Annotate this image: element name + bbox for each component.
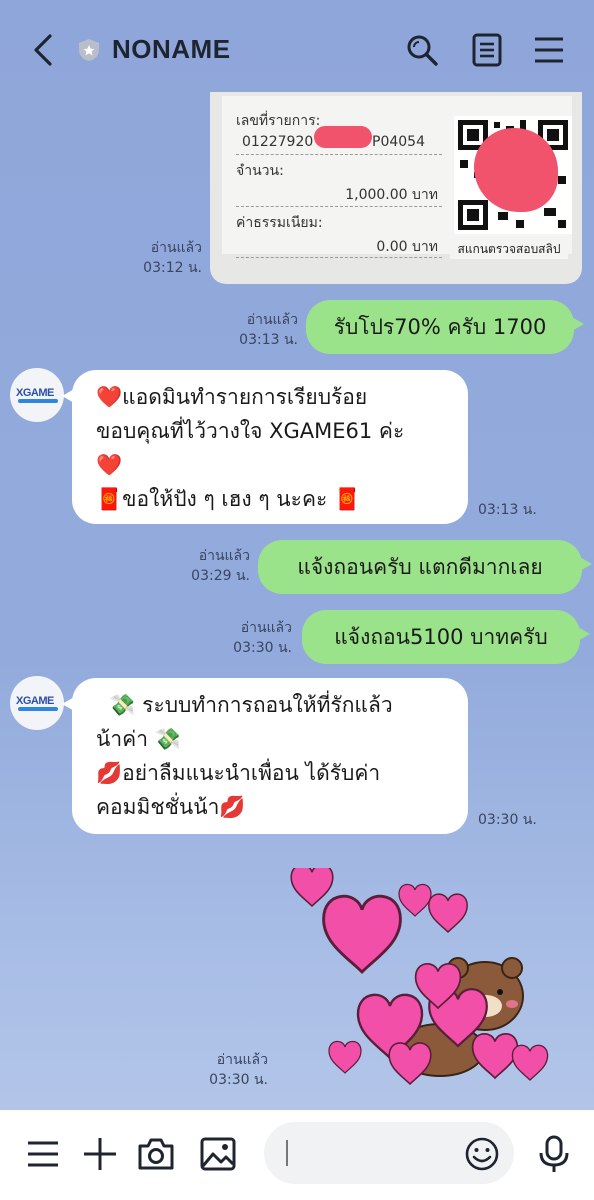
message-line: ❤️แอดมินทำรายการเรียบร้อย — [96, 385, 368, 409]
qr-caption: สแกนตรวจสอบสลิป — [450, 240, 568, 259]
message-read-status: อ่านแล้ว 03:29 น. — [170, 546, 250, 586]
message-line: ❤️ — [96, 453, 123, 477]
message-text: แจ้งถอนครับ แตกดีมากเลย — [297, 554, 543, 579]
receipt-read-status: อ่านแล้ว 03:12 น. — [120, 238, 202, 278]
read-label: อ่านแล้ว — [240, 620, 292, 636]
avatar[interactable]: XGAME — [10, 676, 64, 730]
read-label: อ่านแล้ว — [216, 1052, 268, 1068]
amount-value: 1,000.00 บาท — [345, 187, 438, 203]
timestamp: 03:30 น. — [209, 1072, 268, 1088]
message-text: รับโปร70% ครับ 1700 — [333, 314, 547, 339]
back-arrow-icon[interactable] — [28, 32, 60, 68]
more-menu-icon[interactable] — [24, 1134, 64, 1174]
message-line: คอมมิชชั่นน้า💋 — [96, 795, 246, 819]
ref-label: เลขที่รายการ: — [236, 113, 321, 129]
menu-icon[interactable] — [532, 32, 566, 68]
divider — [236, 154, 442, 155]
message-bubble-out[interactable]: รับโปร70% ครับ 1700 — [306, 300, 584, 354]
divider — [236, 257, 442, 258]
qr-code — [454, 116, 572, 234]
sticker-read-status: อ่านแล้ว 03:30 น. — [186, 1050, 268, 1090]
message-bubble-out[interactable]: แจ้งถอน5100 บาทครับ — [302, 610, 590, 664]
avatar-logo: XGAME — [16, 387, 54, 399]
message-read-status: อ่านแล้ว 03:30 น. — [214, 618, 292, 658]
amount-label: จำนวน: — [236, 163, 284, 179]
text-cursor — [286, 1140, 288, 1166]
timestamp: 03:30 น. — [233, 640, 292, 656]
avatar[interactable]: XGAME — [10, 368, 64, 422]
timestamp: 03:29 น. — [191, 568, 250, 584]
divider — [236, 206, 442, 207]
image-icon[interactable] — [198, 1134, 238, 1174]
message-bubble-out[interactable]: แจ้งถอนครับ แตกดีมากเลย — [258, 540, 592, 594]
shield-icon — [79, 39, 99, 61]
timestamp: 03:12 น. — [143, 260, 202, 276]
chat-header: NONAME — [0, 0, 594, 98]
chat-title: NONAME — [112, 34, 231, 64]
timestamp: 03:30 น. — [478, 812, 537, 828]
fee-value: 0.00 บาท — [376, 239, 438, 255]
message-read-status: อ่านแล้ว 03:13 น. — [220, 310, 298, 350]
ref-prefix: 01227920 — [242, 134, 314, 150]
message-line: 💸 ระบบทำการถอนให้ที่รักแล้ว — [96, 693, 393, 717]
message-line: 💋อย่าลืมแนะนำเพื่อน ได้รับค่า — [96, 761, 381, 785]
message-text: แจ้งถอน5100 บาทครับ — [334, 624, 548, 649]
read-label: อ่านแล้ว — [246, 312, 298, 328]
chat-input-bar — [0, 1110, 594, 1200]
bear-hearts-sticker[interactable] — [290, 868, 570, 1088]
message-line: น้าค่า 💸 — [96, 727, 181, 751]
message-bubble-in[interactable]: ❤️แอดมินทำรายการเรียบร้อย ขอบคุณที่ไว้วา… — [62, 370, 468, 524]
fee-label: ค่าธรรมเนียม: — [236, 215, 323, 231]
search-icon[interactable] — [405, 32, 439, 68]
avatar-logo: XGAME — [16, 695, 54, 707]
message-line: ขอบคุณที่ไว้วางใจ XGAME61 ค่ะ — [96, 419, 405, 443]
redacted-mark — [314, 126, 372, 148]
message-bubble-in[interactable]: 💸 ระบบทำการถอนให้ที่รักแล้ว น้าค่า 💸 💋อย… — [62, 678, 468, 834]
message-line: 🧧ขอให้ปัง ๆ เฮง ๆ นะคะ 🧧 — [96, 487, 361, 511]
plus-icon[interactable] — [80, 1134, 120, 1174]
camera-icon[interactable] — [136, 1134, 176, 1174]
slip-paper: เลขที่รายการ: 01227920 P04054 จำนวน: 1,0… — [222, 96, 572, 258]
message-input[interactable] — [264, 1122, 514, 1184]
read-label: อ่านแล้ว — [150, 240, 202, 256]
microphone-icon[interactable] — [534, 1134, 574, 1174]
emoji-icon[interactable] — [464, 1136, 500, 1172]
notes-icon[interactable] — [470, 32, 504, 68]
timestamp: 03:13 น. — [239, 332, 298, 348]
timestamp: 03:13 น. — [478, 502, 537, 518]
ref-suffix: P04054 — [372, 134, 425, 150]
read-label: อ่านแล้ว — [198, 548, 250, 564]
transfer-slip-image[interactable]: เลขที่รายการ: 01227920 P04054 จำนวน: 1,0… — [210, 92, 582, 284]
